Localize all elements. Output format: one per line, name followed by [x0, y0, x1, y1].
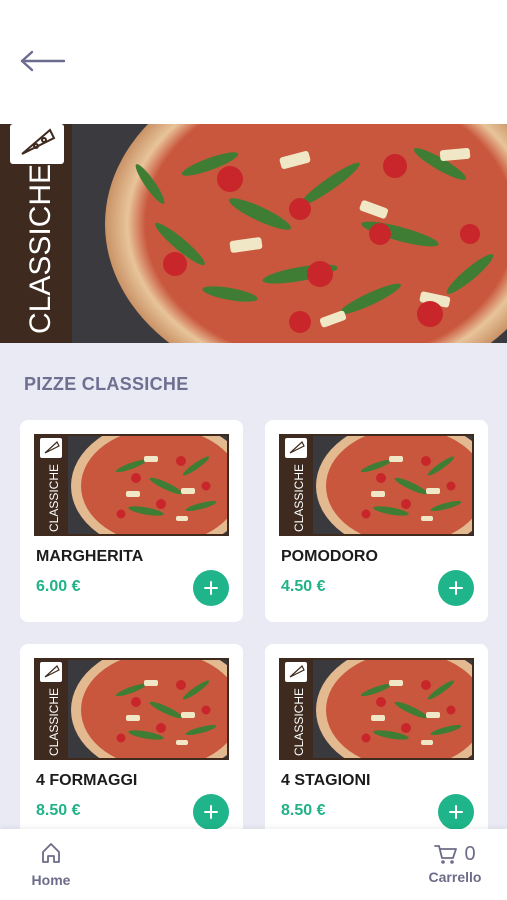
svg-text:CLASSICHE: CLASSICHE [47, 688, 61, 756]
product-card[interactable]: CLASSICHE 4 FORMAGGI 8.50 € [20, 644, 243, 846]
arrow-left-icon [20, 50, 66, 72]
product-thumbnail: CLASSICHE [279, 658, 474, 760]
product-card[interactable]: CLASSICHE 4 STAGIONI 8.50 € [265, 644, 488, 846]
nav-cart[interactable]: 0 Carrello [427, 841, 483, 891]
add-to-cart-button[interactable] [438, 570, 474, 606]
product-price: 6.00 € [36, 578, 81, 595]
product-name: 4 FORMAGGI [36, 772, 138, 789]
product-thumbnail: CLASSICHE [34, 658, 229, 760]
plus-icon [449, 805, 463, 819]
category-banner: CLASSICHE [0, 124, 507, 343]
cart-icon [434, 845, 458, 864]
home-icon [42, 843, 60, 863]
add-to-cart-button[interactable] [438, 794, 474, 830]
pizza-banner-image: CLASSICHE [0, 124, 507, 343]
product-price: 4.50 € [281, 578, 326, 595]
cart-count: 0 [464, 842, 476, 865]
plus-icon [204, 805, 218, 819]
nav-home[interactable]: Home [28, 841, 74, 891]
add-to-cart-button[interactable] [193, 794, 229, 830]
plus-icon [449, 581, 463, 595]
product-name: MARGHERITA [36, 548, 144, 565]
svg-text:CLASSICHE: CLASSICHE [47, 464, 61, 532]
back-button[interactable] [18, 46, 68, 76]
bottom-nav: Home 0 Carrello [0, 829, 507, 900]
banner-category-text: CLASSICHE [24, 164, 57, 334]
product-name: POMODORO [281, 548, 378, 565]
product-card[interactable]: CLASSICHE MARGHERITA 6.00 € [20, 420, 243, 622]
product-price: 8.50 € [281, 802, 326, 819]
section-title: PIZZE CLASSICHE [24, 374, 189, 394]
product-thumbnail: CLASSICHE [279, 434, 474, 536]
svg-text:CLASSICHE: CLASSICHE [292, 464, 306, 532]
nav-home-label: Home [31, 872, 71, 888]
add-to-cart-button[interactable] [193, 570, 229, 606]
product-card[interactable]: CLASSICHE POMODORO 4.50 € [265, 420, 488, 622]
nav-cart-label: Carrello [428, 869, 482, 885]
product-thumbnail: CLASSICHE [34, 434, 229, 536]
product-name: 4 STAGIONI [281, 772, 371, 789]
top-bar [0, 0, 507, 124]
plus-icon [204, 581, 218, 595]
svg-text:CLASSICHE: CLASSICHE [292, 688, 306, 756]
product-price: 8.50 € [36, 802, 81, 819]
